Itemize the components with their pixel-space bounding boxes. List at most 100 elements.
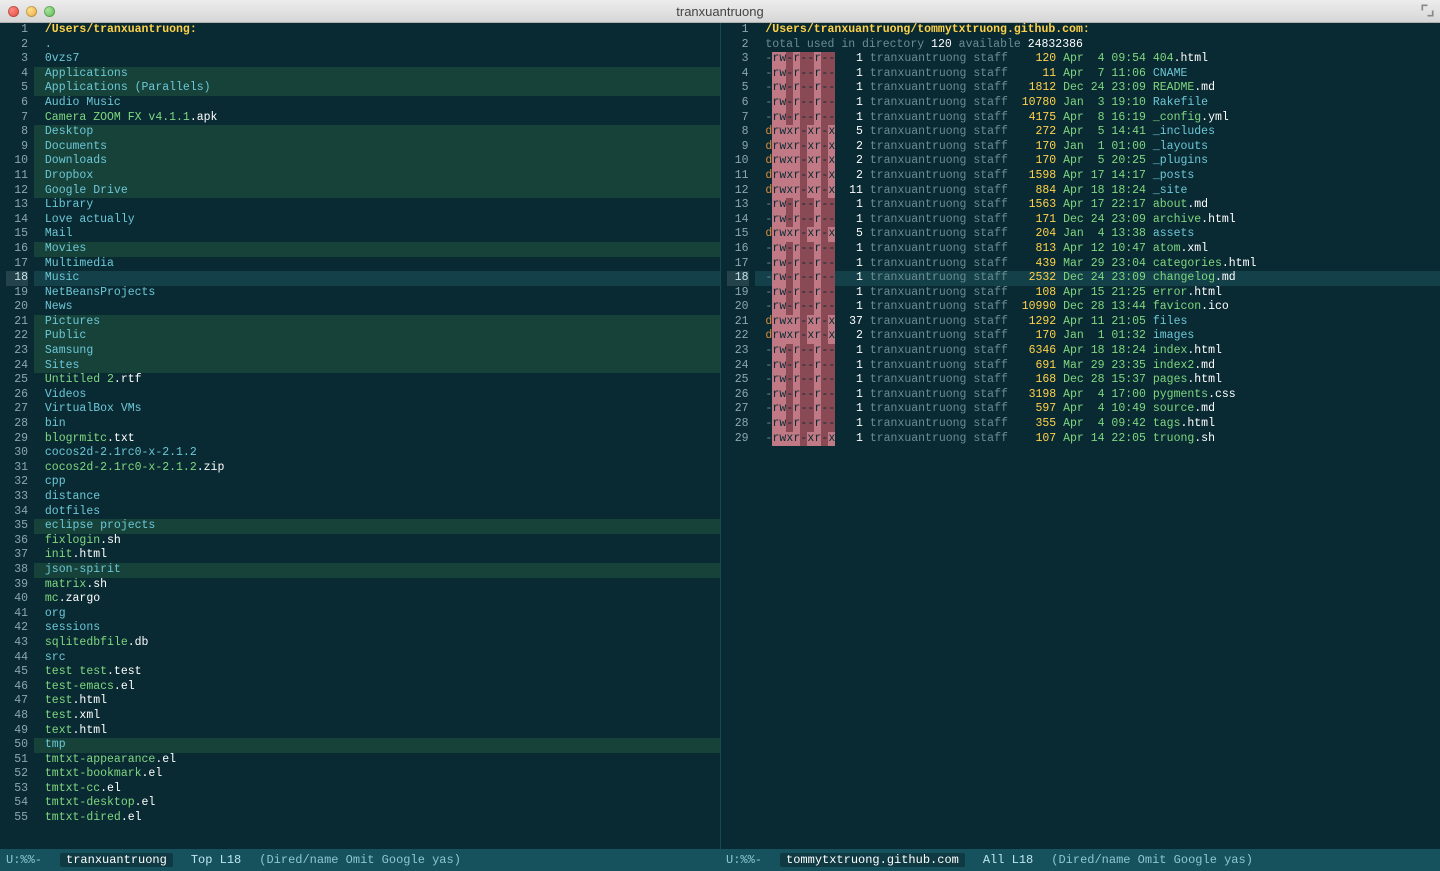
list-item[interactable]: Desktop [34,125,720,140]
fullscreen-icon[interactable] [1421,4,1434,17]
titlebar: tranxuantruong [0,0,1440,23]
modeline-buffer: tranxuantruong [60,853,173,867]
right-gutter: 1 2 3 4 5 6 7 8 910111213141516171819202… [721,23,755,849]
list-item[interactable]: test-emacs.el [34,680,720,695]
list-item[interactable]: bin [34,417,720,432]
list-item[interactable]: Public [34,329,720,344]
list-item[interactable]: Pictures [34,315,720,330]
list-item[interactable]: -rw-r--r-- 1 tranxuantruong staff 11 Apr… [755,67,1440,82]
modeline-modes: (Dired/name Omit Google yas) [1051,853,1253,867]
list-item[interactable]: test.html [34,694,720,709]
list-item[interactable]: drwxr-xr-x 11 tranxuantruong staff 884 A… [755,184,1440,199]
list-item[interactable]: -rw-r--r-- 1 tranxuantruong staff 120 Ap… [755,52,1440,67]
list-item[interactable]: drwxr-xr-x 37 tranxuantruong staff 1292 … [755,315,1440,330]
list-item[interactable]: -rwxr-xr-x 1 tranxuantruong staff 107 Ap… [755,432,1440,447]
list-item[interactable]: -rw-r--r-- 1 tranxuantruong staff 4175 A… [755,111,1440,126]
modeline-pos: All L18 [983,853,1033,867]
list-item[interactable]: src [34,651,720,666]
list-item[interactable]: drwxr-xr-x 2 tranxuantruong staff 1598 A… [755,169,1440,184]
list-item[interactable]: -rw-r--r-- 1 tranxuantruong staff 1563 A… [755,198,1440,213]
list-item[interactable]: Mail [34,227,720,242]
list-item[interactable]: -rw-r--r-- 1 tranxuantruong staff 355 Ap… [755,417,1440,432]
list-item[interactable]: eclipse projects [34,519,720,534]
list-item[interactable]: test test.test [34,665,720,680]
list-item[interactable]: drwxr-xr-x 2 tranxuantruong staff 170 Ap… [755,154,1440,169]
list-item[interactable]: distance [34,490,720,505]
list-item[interactable]: text.html [34,724,720,739]
list-item[interactable]: tmtxt-cc.el [34,782,720,797]
list-item[interactable]: -rw-r--r-- 1 tranxuantruong staff 108 Ap… [755,286,1440,301]
list-item[interactable]: Sites [34,359,720,374]
list-item[interactable]: drwxr-xr-x 2 tranxuantruong staff 170 Ja… [755,329,1440,344]
list-item[interactable]: Downloads [34,154,720,169]
modeline-status: U:%%- [726,853,762,867]
window-title: tranxuantruong [0,4,1440,19]
list-item[interactable]: tmtxt-appearance.el [34,753,720,768]
list-item[interactable]: cocos2d-2.1rc0-x-2.1.2 [34,446,720,461]
list-item[interactable]: blogrmitc.txt [34,432,720,447]
list-item[interactable]: test.xml [34,709,720,724]
list-item[interactable]: NetBeansProjects [34,286,720,301]
list-item[interactable]: tmtxt-dired.el [34,811,720,826]
modeline-modes: (Dired/name Omit Google yas) [259,853,461,867]
list-item[interactable]: Applications [34,67,720,82]
list-item[interactable]: -rw-r--r-- 1 tranxuantruong staff 3198 A… [755,388,1440,403]
modeline-status: U:%%- [6,853,42,867]
list-item[interactable]: -rw-r--r-- 1 tranxuantruong staff 10780 … [755,96,1440,111]
right-buffer[interactable]: /Users/tranxuantruong/tommytxtruong.gith… [755,23,1440,849]
list-item[interactable]: drwxr-xr-x 5 tranxuantruong staff 204 Ja… [755,227,1440,242]
list-item[interactable]: sqlitedbfile.db [34,636,720,651]
list-item[interactable]: News [34,300,720,315]
list-item[interactable]: dotfiles [34,505,720,520]
list-item[interactable]: tmtxt-desktop.el [34,796,720,811]
list-item[interactable]: Dropbox [34,169,720,184]
list-item[interactable]: drwxr-xr-x 5 tranxuantruong staff 272 Ap… [755,125,1440,140]
list-item[interactable]: Music [34,271,720,286]
list-item[interactable]: fixlogin.sh [34,534,720,549]
list-item[interactable]: Love actually [34,213,720,228]
left-pane[interactable]: 1 2 3 4 5 6 7 8 910111213141516171819202… [0,23,721,849]
list-item[interactable]: cocos2d-2.1rc0-x-2.1.2.zip [34,461,720,476]
list-item[interactable]: -rw-r--r-- 1 tranxuantruong staff 439 Ma… [755,257,1440,272]
workspace: 1 2 3 4 5 6 7 8 910111213141516171819202… [0,23,1440,849]
list-item[interactable]: Library [34,198,720,213]
list-item[interactable]: -rw-r--r-- 1 tranxuantruong staff 6346 A… [755,344,1440,359]
list-item[interactable]: tmp [34,738,720,753]
list-item[interactable]: -rw-r--r-- 1 tranxuantruong staff 691 Ma… [755,359,1440,374]
right-modeline: U:%%- tommytxtruong.github.com All L18 (… [720,849,1440,871]
list-item[interactable]: -rw-r--r-- 1 tranxuantruong staff 1812 D… [755,81,1440,96]
list-item[interactable]: Samsung [34,344,720,359]
list-item[interactable]: Google Drive [34,184,720,199]
list-item[interactable]: VirtualBox VMs [34,402,720,417]
list-item[interactable]: tmtxt-bookmark.el [34,767,720,782]
list-item[interactable]: mc.zargo [34,592,720,607]
list-item[interactable]: Untitled 2.rtf [34,373,720,388]
list-item[interactable]: -rw-r--r-- 1 tranxuantruong staff 10990 … [755,300,1440,315]
modeline-buffer: tommytxtruong.github.com [780,853,965,867]
list-item[interactable]: -rw-r--r-- 1 tranxuantruong staff 168 De… [755,373,1440,388]
list-item[interactable]: init.html [34,548,720,563]
list-item[interactable]: Movies [34,242,720,257]
list-item[interactable]: Multimedia [34,257,720,272]
left-gutter: 1 2 3 4 5 6 7 8 910111213141516171819202… [0,23,34,849]
list-item[interactable]: -rw-r--r-- 1 tranxuantruong staff 2532 D… [755,271,1440,286]
list-item[interactable]: Documents [34,140,720,155]
list-item[interactable]: sessions [34,621,720,636]
right-pane[interactable]: 1 2 3 4 5 6 7 8 910111213141516171819202… [721,23,1440,849]
list-item[interactable]: matrix.sh [34,578,720,593]
list-item[interactable]: Applications (Parallels) [34,81,720,96]
list-item[interactable]: cpp [34,475,720,490]
list-item[interactable]: drwxr-xr-x 2 tranxuantruong staff 170 Ja… [755,140,1440,155]
list-item[interactable]: -rw-r--r-- 1 tranxuantruong staff 597 Ap… [755,402,1440,417]
list-item[interactable]: Camera ZOOM FX v4.1.1.apk [34,111,720,126]
list-item[interactable]: -rw-r--r-- 1 tranxuantruong staff 171 De… [755,213,1440,228]
left-buffer[interactable]: /Users/tranxuantruong: . 0vzs7 Applicati… [34,23,720,849]
list-item[interactable]: json-spirit [34,563,720,578]
list-item[interactable]: -rw-r--r-- 1 tranxuantruong staff 813 Ap… [755,242,1440,257]
list-item[interactable]: Videos [34,388,720,403]
list-item[interactable]: Audio Music [34,96,720,111]
list-item[interactable]: 0vzs7 [34,52,720,67]
list-item[interactable]: org [34,607,720,622]
modeline-pos: Top L18 [191,853,241,867]
modelines: U:%%- tranxuantruong Top L18 (Dired/name… [0,849,1440,871]
